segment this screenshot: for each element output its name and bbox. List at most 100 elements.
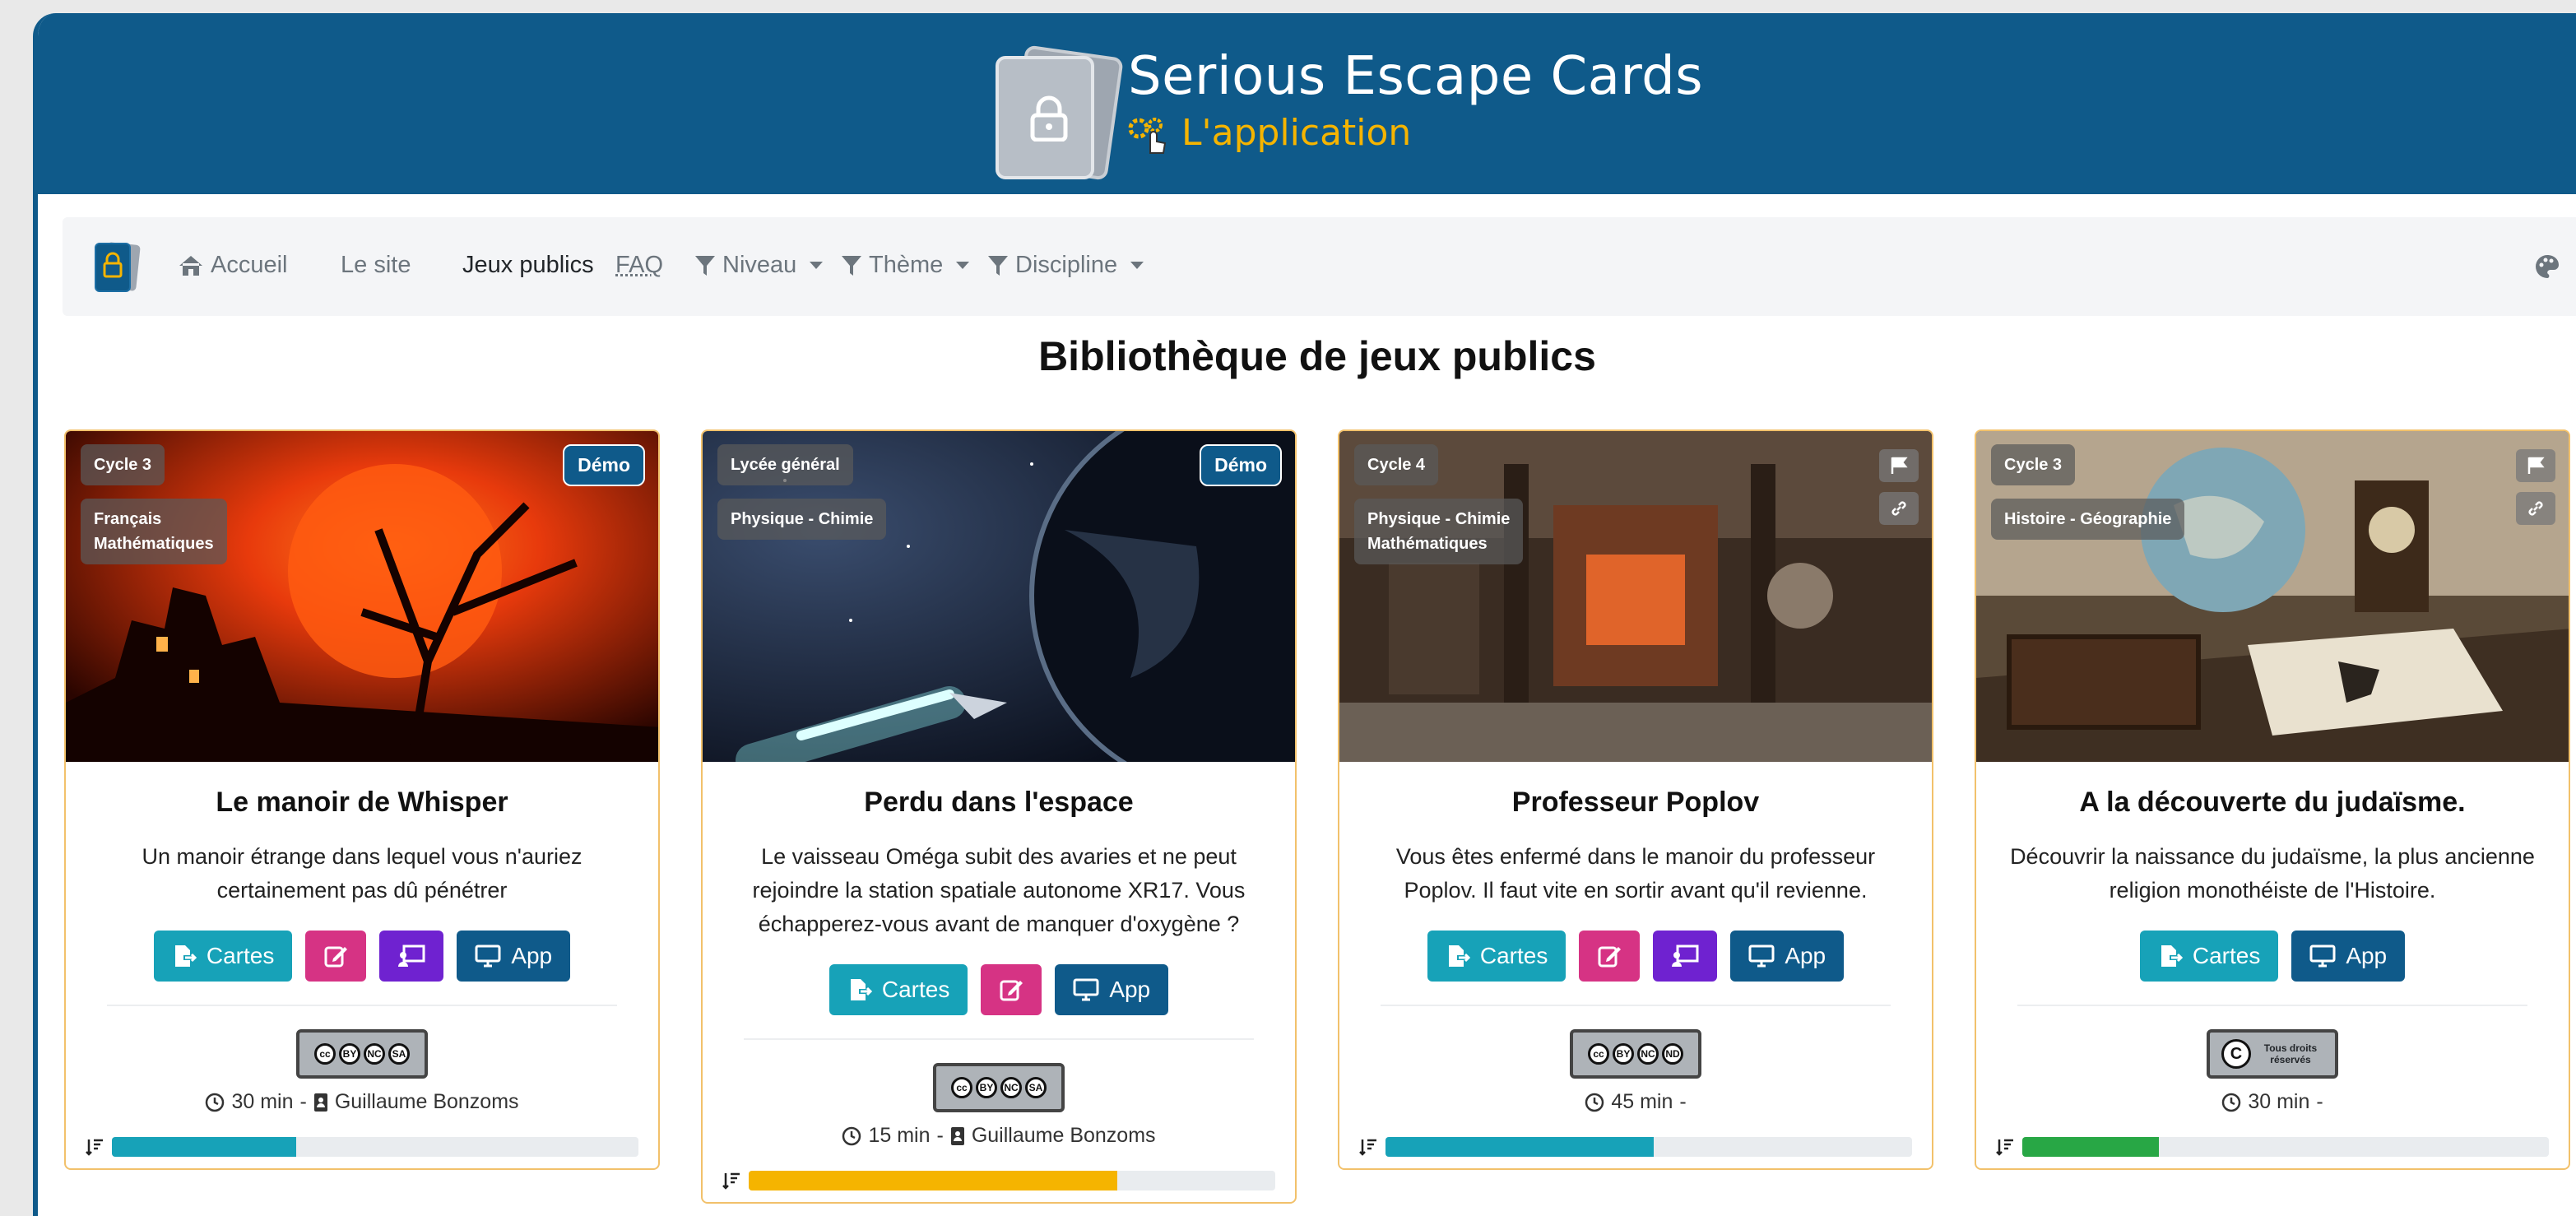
edit-button[interactable] [981,964,1042,1015]
card-meta: 45 min - [1359,1090,1912,1114]
cartes-button[interactable]: Cartes [2139,931,2279,982]
sort-amount-icon [86,1139,103,1156]
license-sa: SA [388,1043,410,1065]
cartes-label: Cartes [1479,943,1548,968]
cc-icon: cc [1588,1043,1609,1065]
game-card[interactable]: Cycle 4 Physique - Chimie Mathématiques … [1338,429,1933,1170]
app-label: App [511,943,553,968]
nav-filter-niveau[interactable]: Niveau [694,252,824,279]
license-by: BY [1613,1043,1634,1065]
license-badge[interactable]: cc BY NC SA [296,1029,428,1079]
license-nc: NC [1000,1077,1022,1098]
divider [744,1038,1254,1040]
license-nd: ND [1662,1043,1683,1065]
presentation-button[interactable] [1653,931,1718,982]
license-text: Tous droits réservés [2263,1042,2318,1065]
palette-icon[interactable] [2534,253,2560,280]
cartes-button[interactable]: Cartes [828,964,968,1015]
game-card[interactable]: Cycle 3 Français Mathématiques Démo Le m… [64,429,660,1170]
license-badge[interactable]: cc BY NC ND [1570,1029,1701,1079]
card-image[interactable]: Cycle 3 Histoire - Géographie [1976,431,2569,762]
nav-logo-icon[interactable] [91,239,143,295]
level-tag: Cycle 4 [1354,444,1439,485]
card-title[interactable]: Professeur Poplov [1359,787,1912,819]
author: Guillaume Bonzoms [334,1090,519,1113]
file-export-icon [174,945,197,967]
card-description: Le vaisseau Oméga subit des avaries et n… [752,844,1246,936]
license-by: BY [339,1043,360,1065]
nav-public-games[interactable]: Jeux publics [462,252,594,279]
link-icon [2528,501,2543,516]
card-meta: 30 min - [1996,1090,2549,1114]
header-banner: Serious Escape Cards L'application [38,13,2576,194]
author: Guillaume Bonzoms [971,1124,1156,1147]
card-title[interactable]: A la découverte du judaïsme. [1996,787,2549,819]
level-tag: Lycée général [717,444,853,485]
nav-filter-niveau-label: Niveau [722,252,797,278]
report-flag-button[interactable] [1879,449,1919,482]
sort-amount-icon [722,1172,740,1190]
game-card[interactable]: Cycle 3 Histoire - Géographie A la décou… [1975,429,2570,1170]
share-link-button[interactable] [2516,492,2555,525]
card-title[interactable]: Perdu dans l'espace [722,787,1275,819]
duration: 30 min [2248,1090,2310,1113]
desktop-icon [1748,944,1775,968]
card-image[interactable]: Lycée général Physique - Chimie Démo [703,431,1295,762]
navbar: Accueil Le site Jeux publics FAQ Niveau … [63,217,2576,316]
license-badge[interactable]: cc BY NC SA [933,1063,1065,1112]
cartes-label: Cartes [881,977,950,1002]
app-label: App [1109,977,1151,1002]
cartes-label: Cartes [206,943,275,968]
nav-site[interactable]: Le site [341,252,411,279]
level-tag: Cycle 3 [81,444,165,485]
clock-icon [1585,1093,1604,1112]
difficulty-row [1996,1137,2549,1157]
nav-faq[interactable]: FAQ [615,252,663,279]
nav-filter-discipline[interactable]: Discipline [987,252,1144,279]
cc-icon: cc [951,1077,972,1098]
sort-amount-icon [1996,1139,2013,1156]
subject-tag: Physique - Chimie [717,499,887,540]
meta-separator: - [1679,1090,1687,1113]
card-description: Découvrir la naissance du judaïsme, la p… [2010,844,2535,903]
demo-badge[interactable]: Démo [563,444,645,486]
app-button[interactable]: App [1055,964,1169,1015]
edit-button[interactable] [305,931,367,982]
nav-filter-theme[interactable]: Thème [841,252,970,279]
desktop-icon [1073,978,1099,1001]
app-button[interactable]: App [2291,931,2406,982]
clock-icon [842,1126,861,1145]
cartes-button[interactable]: Cartes [1427,931,1566,982]
game-card[interactable]: Lycée général Physique - Chimie Démo Per… [701,429,1297,1204]
duration: 30 min [231,1090,294,1113]
report-flag-button[interactable] [2516,449,2555,482]
difficulty-fill [2022,1137,2160,1157]
edit-icon [1000,980,1023,1001]
card-image[interactable]: Cycle 4 Physique - Chimie Mathématiques [1339,431,1932,762]
card-image[interactable]: Cycle 3 Français Mathématiques Démo [66,431,658,762]
divider [107,1005,617,1006]
card-title[interactable]: Le manoir de Whisper [86,787,638,819]
desktop-icon [2309,944,2336,968]
nav-public-games-label: Jeux publics [462,252,594,278]
edit-button[interactable] [1579,931,1641,982]
link-icon [1891,501,1906,516]
difficulty-row [1359,1137,1912,1157]
filter-icon [695,255,715,276]
user-badge-icon [950,1126,964,1145]
brand-logo [984,44,1149,186]
nav-home-label: Accueil [211,252,288,278]
app-label: App [2346,943,2388,968]
app-button[interactable]: App [457,931,571,982]
cartes-label: Cartes [2192,943,2261,968]
subject-tag: Histoire - Géographie [1991,499,2185,540]
sort-amount-icon [1359,1139,1376,1156]
license-badge[interactable]: C Tous droits réservés [2207,1029,2338,1079]
demo-badge[interactable]: Démo [1200,444,1282,486]
share-link-button[interactable] [1879,492,1919,525]
desktop-icon [475,944,501,968]
nav-home[interactable]: Accueil [178,252,288,279]
presentation-button[interactable] [379,931,444,982]
app-button[interactable]: App [1730,931,1845,982]
cartes-button[interactable]: Cartes [153,931,293,982]
